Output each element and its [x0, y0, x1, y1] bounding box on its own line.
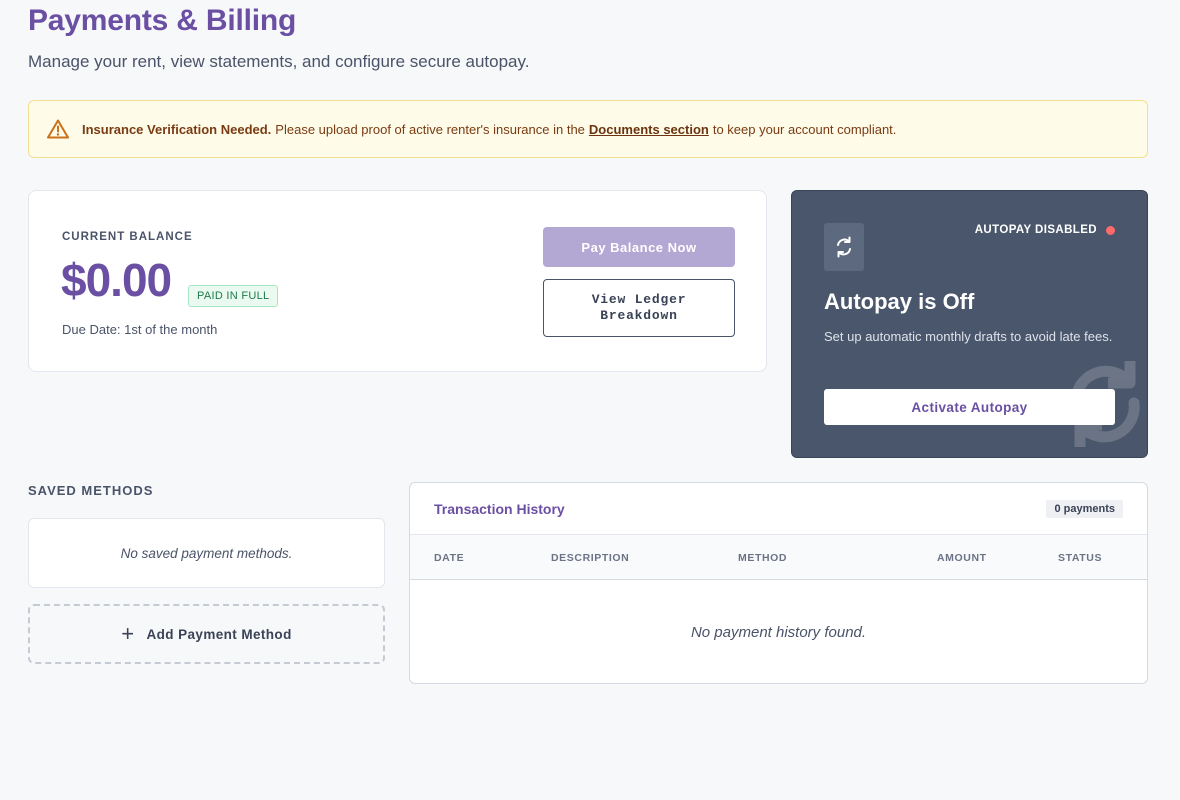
autopay-status: AUTOPAY DISABLED	[974, 224, 1097, 236]
transaction-empty-state: No payment history found.	[690, 623, 867, 641]
transaction-title: Transaction History	[434, 501, 565, 517]
page-title: Payments & Billing	[28, 4, 297, 37]
column-header-date: DATE	[434, 552, 465, 564]
column-header-method: METHOD	[738, 552, 788, 564]
column-header-status: STATUS	[1058, 552, 1103, 564]
warning-triangle-icon	[47, 118, 69, 140]
documents-section-link[interactable]: Documents section	[589, 122, 709, 137]
activate-autopay-button[interactable]: Activate Autopay	[824, 389, 1115, 425]
alert-text-before: Please upload proof of active renter's i…	[275, 121, 585, 137]
balance-amount: $0.00	[61, 254, 172, 306]
transaction-header: Transaction History 0 payments	[410, 483, 1147, 535]
page-subtitle: Manage your rent, view statements, and c…	[28, 52, 530, 71]
transaction-history-card: Transaction History 0 payments DATE DESC…	[409, 482, 1148, 684]
saved-methods-heading: SAVED METHODS	[28, 483, 154, 498]
column-header-description: DESCRIPTION	[551, 552, 630, 564]
plus-icon: +	[121, 621, 135, 646]
due-date: Due Date: 1st of the month	[62, 322, 218, 337]
alert-text-after: to keep your account compliant.	[712, 121, 897, 137]
view-ledger-button[interactable]: View Ledger Breakdown	[543, 279, 735, 337]
autopay-title: Autopay is Off	[824, 289, 975, 314]
autopay-description: Set up automatic monthly drafts to avoid…	[824, 329, 1113, 344]
add-payment-method-label: Add Payment Method	[146, 626, 292, 642]
status-dot-icon	[1106, 226, 1115, 235]
paid-status-badge: PAID IN FULL	[188, 285, 279, 307]
transaction-table-header: DATE DESCRIPTION METHOD AMOUNT STATUS	[410, 535, 1147, 580]
payment-count-badge: 0 payments	[1046, 500, 1123, 518]
alert-title: Insurance Verification Needed.	[82, 121, 272, 137]
sync-icon	[824, 223, 864, 271]
column-header-amount: AMOUNT	[937, 552, 987, 564]
pay-balance-button[interactable]: Pay Balance Now	[543, 227, 735, 267]
balance-card: CURRENT BALANCE $0.00 PAID IN FULL Due D…	[28, 190, 767, 372]
autopay-card: AUTOPAY DISABLED Autopay is Off Set up a…	[791, 190, 1148, 458]
add-payment-method-button[interactable]: + Add Payment Method	[28, 604, 385, 664]
saved-methods-empty: No saved payment methods.	[28, 518, 385, 588]
balance-label: CURRENT BALANCE	[62, 231, 193, 243]
insurance-alert: Insurance Verification Needed. Please up…	[28, 100, 1148, 158]
